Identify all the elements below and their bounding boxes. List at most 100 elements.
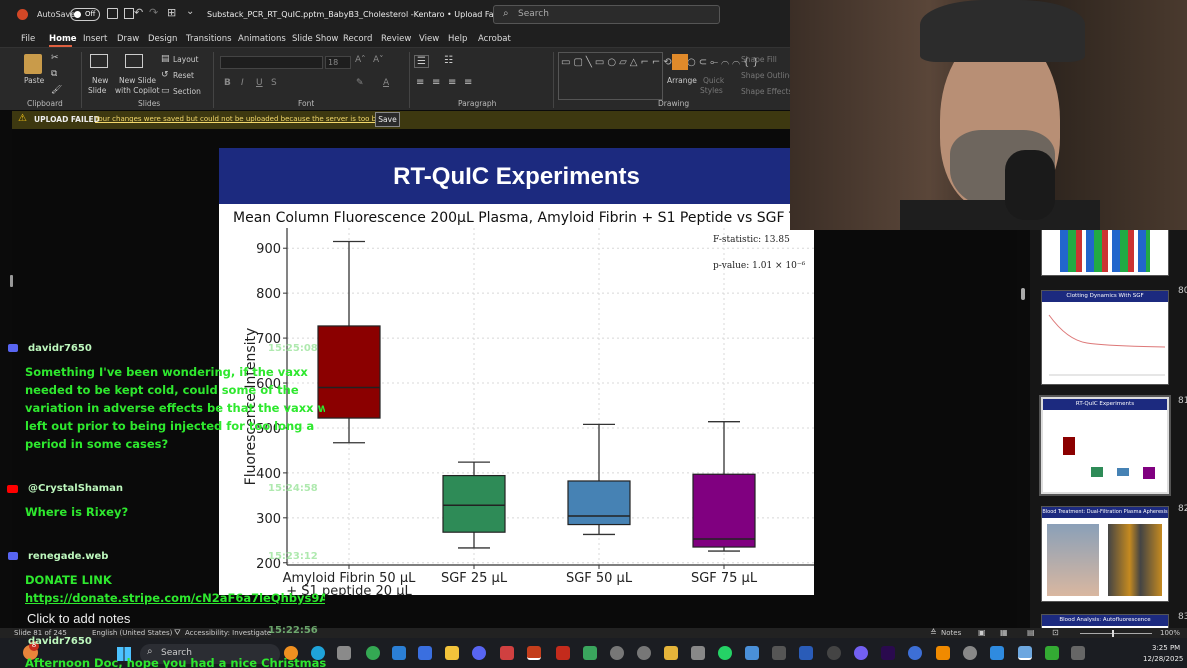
notes-button[interactable]: Notes: [941, 629, 961, 637]
cut-icon[interactable]: ✂: [51, 53, 59, 63]
presenter-view-icon[interactable]: ⊡: [1052, 628, 1059, 637]
app-icon[interactable]: [772, 646, 786, 660]
numbering-icon[interactable]: ☷: [444, 55, 453, 66]
accessibility-status[interactable]: Accessibility: Investigate: [185, 629, 271, 637]
app-icon[interactable]: [990, 646, 1004, 660]
underline-icon[interactable]: U: [256, 78, 263, 88]
autosave-toggle[interactable]: Off: [70, 8, 100, 21]
new-slide-copilot-label-2[interactable]: with Copilot: [115, 86, 160, 95]
notepad-icon[interactable]: [745, 646, 759, 660]
mail-icon[interactable]: [392, 646, 406, 660]
zoom-slider[interactable]: [1080, 633, 1152, 634]
normal-view-icon[interactable]: ▣: [978, 628, 986, 637]
justify-icon[interactable]: ≡: [464, 77, 472, 88]
shape-outline-button[interactable]: Shape Outline: [741, 71, 794, 80]
menu-animations[interactable]: Animations: [238, 34, 286, 44]
font-size-field[interactable]: 18: [325, 56, 351, 69]
left-scrollbar[interactable]: [10, 275, 13, 287]
menu-acrobat[interactable]: Acrobat: [478, 34, 511, 44]
explorer-icon[interactable]: [445, 646, 459, 660]
language-indicator[interactable]: English (United States): [92, 629, 172, 637]
italic-icon[interactable]: I: [241, 78, 244, 88]
discord-taskbar-icon[interactable]: [472, 646, 486, 660]
app-icon[interactable]: [418, 646, 432, 660]
slide-thumbnail[interactable]: Blood Treatment: Dual-Filtration Plasma …: [1041, 506, 1169, 602]
app-icon[interactable]: [1071, 646, 1085, 660]
zoom-level[interactable]: 100%: [1160, 629, 1180, 637]
arrange-button[interactable]: Arrange: [667, 76, 697, 85]
4k-app-icon[interactable]: [908, 646, 922, 660]
format-painter-icon[interactable]: 🖌: [51, 85, 62, 95]
new-slide-copilot-label[interactable]: New Slide: [119, 76, 156, 85]
new-slide-label-2[interactable]: Slide: [88, 86, 106, 95]
slide-banner-title[interactable]: RT-QuIC Experiments: [219, 148, 814, 204]
clock-time[interactable]: 3:25 PM: [1152, 644, 1180, 652]
upload-save-button[interactable]: Save: [375, 112, 400, 127]
align-left-icon[interactable]: ≡: [416, 77, 424, 88]
settings-icon[interactable]: [963, 646, 977, 660]
menu-draw[interactable]: Draw: [117, 34, 139, 44]
search-box[interactable]: ⌕ Search: [493, 5, 720, 24]
folder-icon[interactable]: [664, 646, 678, 660]
copilot-slide-icon[interactable]: [125, 54, 143, 68]
slide-thumbnail[interactable]: [1041, 230, 1169, 276]
notes-placeholder[interactable]: Click to add notes: [27, 611, 130, 626]
slide-sorter-icon[interactable]: ▦: [1000, 628, 1008, 637]
new-slide-label[interactable]: New: [92, 76, 108, 85]
strike-icon[interactable]: S: [271, 78, 277, 88]
menu-help[interactable]: Help: [448, 34, 467, 44]
copy-icon[interactable]: [124, 8, 134, 19]
paste-icon[interactable]: [24, 54, 42, 74]
shapes-gallery[interactable]: ▭▢╲▭○▱△⌐⌐⟲▭○⊂⟜⌒⌒{}: [558, 52, 759, 100]
undo-icon[interactable]: ↶: [134, 6, 143, 19]
obs-icon[interactable]: [827, 646, 841, 660]
app-icon[interactable]: [1045, 646, 1059, 660]
thumbnail-scrollbar[interactable]: [1021, 288, 1025, 300]
slide-thumbnail[interactable]: Clotting Dynamics With SGF: [1041, 290, 1169, 385]
store-icon[interactable]: [337, 646, 351, 660]
menu-view[interactable]: View: [419, 34, 439, 44]
app-icon[interactable]: [556, 646, 570, 660]
clock-date[interactable]: 12/28/2025: [1143, 655, 1183, 663]
app-icon[interactable]: [1018, 646, 1032, 660]
layout-button[interactable]: Layout: [173, 55, 199, 64]
section-button[interactable]: Section: [173, 87, 201, 96]
redo-icon[interactable]: ↷: [149, 6, 158, 19]
whatsapp-icon[interactable]: [718, 646, 732, 660]
app-icon[interactable]: [500, 646, 514, 660]
new-slide-icon[interactable]: [90, 54, 108, 68]
menu-review[interactable]: Review: [381, 34, 411, 44]
menu-insert[interactable]: Insert: [83, 34, 107, 44]
paste-button[interactable]: Paste: [24, 76, 44, 85]
upload-failed-message[interactable]: Your changes were saved but could not be…: [95, 115, 390, 123]
menu-transitions[interactable]: Transitions: [186, 34, 232, 44]
app-icon[interactable]: [799, 646, 813, 660]
settings-icon[interactable]: [637, 646, 651, 660]
grow-font-icon[interactable]: A˄: [355, 55, 366, 65]
settings-icon[interactable]: [610, 646, 624, 660]
viber-icon[interactable]: [854, 646, 868, 660]
premiere-icon[interactable]: [881, 646, 895, 660]
align-right-icon[interactable]: ≡: [448, 77, 456, 88]
menu-file[interactable]: File: [21, 34, 35, 44]
menu-home[interactable]: Home: [49, 34, 77, 44]
menu-record[interactable]: Record: [343, 34, 372, 44]
menu-design[interactable]: Design: [148, 34, 177, 44]
shrink-font-icon[interactable]: A˅: [373, 55, 384, 65]
document-title[interactable]: Substack_PCR_RT_QuIC.pptm_BabyB3_Cholest…: [207, 10, 508, 19]
donate-link[interactable]: https://donate.stripe.com/cN2aF6a7leQhby…: [25, 589, 325, 607]
app-icon[interactable]: [583, 646, 597, 660]
align-center-icon[interactable]: ≡: [432, 77, 440, 88]
save-icon[interactable]: [107, 8, 118, 19]
font-name-field[interactable]: [220, 56, 323, 69]
quick-styles-button[interactable]: Quick: [703, 76, 724, 85]
customize-qat-icon[interactable]: ⌄: [186, 6, 194, 17]
app-icon[interactable]: [691, 646, 705, 660]
copy-format-icon[interactable]: ⧉: [51, 69, 57, 79]
reading-view-icon[interactable]: ▤: [1027, 628, 1035, 637]
slide-thumbnail-selected[interactable]: RT-QuIC Experiments: [1039, 395, 1171, 496]
chrome-icon[interactable]: [366, 646, 380, 660]
arrange-icon[interactable]: [672, 54, 688, 70]
slide-thumbnail[interactable]: Blood Analysis: Autofluorescence: [1041, 614, 1169, 628]
bullets-icon[interactable]: ☰: [414, 55, 429, 68]
